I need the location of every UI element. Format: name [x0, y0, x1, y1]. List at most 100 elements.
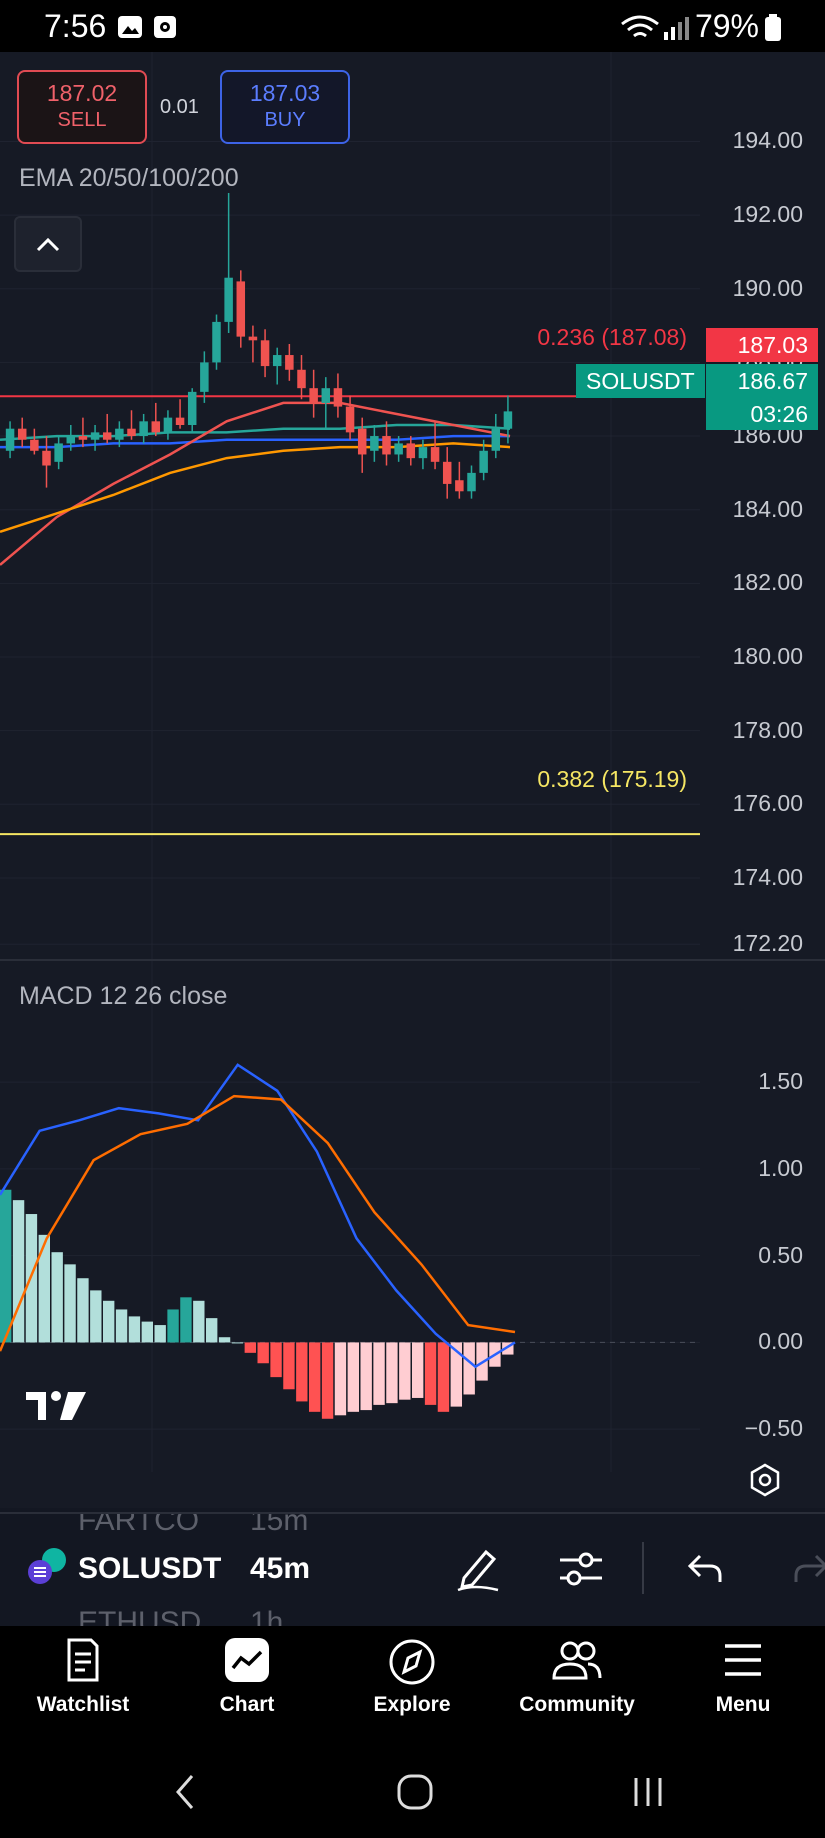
indicators-sliders-icon[interactable] [556, 1546, 606, 1592]
macd-histogram-bar [115, 1309, 128, 1343]
candle-body [163, 417, 173, 433]
hamburger-menu-icon [725, 1644, 761, 1676]
back-icon[interactable] [172, 1772, 196, 1812]
nav-watchlist[interactable]: Watchlist [8, 1638, 158, 1717]
macd-histogram-bar [360, 1342, 372, 1411]
price-axis-label: 174.00 [732, 863, 803, 890]
price-axis-label: 176.00 [732, 790, 803, 817]
macd-histogram-bar [128, 1316, 141, 1343]
fib-382-label: 0.382 (175.19) [537, 766, 687, 792]
nav-chart[interactable]: Chart [172, 1638, 322, 1717]
candle-body [78, 436, 88, 440]
solana-symbol-icon [28, 1548, 66, 1584]
macd-histogram-bar [437, 1342, 450, 1412]
candle-body [309, 388, 318, 403]
candle-body [406, 443, 416, 459]
signal-icon [664, 17, 689, 40]
macd-histogram-bar [218, 1337, 231, 1343]
interval-selector[interactable]: 45m [250, 1552, 310, 1586]
macd-axis-label: 0.50 [758, 1241, 803, 1268]
candle-body [151, 421, 161, 433]
chart-area[interactable]: 187.02 SELL 0.01 187.03 BUY EMA 20/50/10… [0, 52, 825, 1544]
price-axis-label: 180.00 [732, 642, 803, 669]
community-icon [552, 1641, 602, 1680]
sell-price: 187.02 [46, 80, 118, 106]
price-axis-label: 192.00 [732, 201, 803, 228]
chart-toolbar[interactable]: FARTCO 15m SOLUSDT 45m ETHUSD 1h [0, 1512, 825, 1628]
chart-settings-icon[interactable] [747, 1462, 783, 1498]
bottom-navigation[interactable]: Watchlist Chart Explore Community Menu [0, 1626, 825, 1748]
candle-body [272, 355, 282, 367]
macd-histogram-bar [90, 1290, 102, 1343]
nav-chart-label: Chart [219, 1693, 275, 1716]
undo-icon[interactable] [686, 1550, 724, 1586]
macd-histogram-bar [193, 1300, 205, 1343]
candle-body [260, 340, 270, 367]
price-axis-label: 182.00 [732, 569, 803, 596]
candle-body [442, 461, 452, 484]
recent-apps-icon[interactable] [628, 1772, 668, 1812]
wifi-icon [621, 15, 659, 38]
macd-histogram-bar [334, 1342, 347, 1416]
symbol-selector[interactable]: SOLUSDT [78, 1552, 221, 1586]
price-axis-label: 172.20 [732, 930, 803, 957]
candle-body [187, 391, 197, 426]
battery-icon [765, 14, 781, 41]
symbol-tag: SOLUSDT [576, 364, 705, 398]
macd-histogram-bar [12, 1200, 25, 1343]
macd-histogram-bar [154, 1325, 166, 1343]
drawing-pencil-icon[interactable] [454, 1544, 502, 1594]
candle-body [175, 417, 185, 426]
ema-legend[interactable]: EMA 20/50/100/200 [19, 164, 239, 193]
gallery-icon [118, 16, 142, 38]
price-axis-label: 178.00 [732, 716, 803, 743]
chart-icon [225, 1638, 269, 1682]
candle-body [200, 362, 209, 392]
candle-body [248, 336, 258, 341]
spread-value: 0.01 [160, 96, 199, 118]
macd-histogram-bar [103, 1300, 115, 1343]
candle-body [370, 436, 379, 451]
candle-body [455, 480, 464, 492]
ghost-ticker-top: FARTCO [78, 1512, 200, 1537]
macd-histogram-bar [141, 1321, 153, 1343]
candle-body [491, 428, 501, 451]
tradingview-logo-icon [26, 1391, 86, 1420]
home-icon[interactable] [395, 1772, 435, 1812]
nav-menu-label: Menu [715, 1693, 771, 1716]
price-axis-label: 194.00 [732, 127, 803, 154]
system-navigation-bar[interactable] [0, 1748, 825, 1838]
macd-histogram-bar [51, 1252, 63, 1343]
buy-button[interactable]: 187.03 BUY [220, 70, 350, 144]
macd-histogram-bar [424, 1342, 437, 1405]
candle-body [479, 450, 488, 473]
sell-button[interactable]: 187.02 SELL [17, 70, 147, 144]
collapse-legend-button[interactable] [14, 216, 82, 272]
sell-label: SELL [57, 109, 107, 131]
candle-body [212, 321, 221, 363]
macd-axis-label: 1.00 [758, 1154, 803, 1181]
candle-body [345, 406, 355, 433]
macd-legend[interactable]: MACD 12 26 close [19, 982, 227, 1011]
candle-body [90, 432, 100, 440]
battery-percent: 79% [694, 8, 759, 44]
redo-icon[interactable] [792, 1550, 825, 1586]
nav-community[interactable]: Community [502, 1638, 652, 1717]
candle-body [503, 411, 513, 429]
last-price-tag: 186.67 [706, 364, 818, 398]
macd-histogram-bar [463, 1342, 475, 1395]
fib-236-label: 0.236 (187.08) [537, 324, 687, 350]
macd-axis-label: 0.00 [758, 1328, 803, 1355]
macd-histogram-bar [270, 1342, 282, 1378]
macd-histogram-bar [244, 1342, 256, 1353]
chart-canvas[interactable] [0, 52, 825, 1508]
candle-body [467, 472, 476, 492]
nav-explore-label: Explore [373, 1693, 451, 1716]
macd-histogram-bar [206, 1318, 218, 1343]
nav-menu[interactable]: Menu [668, 1638, 818, 1717]
candle-body [333, 388, 343, 407]
macd-histogram-bar [412, 1342, 424, 1398]
ask-price-tag: 187.03 [706, 328, 818, 362]
nav-explore[interactable]: Explore [337, 1638, 487, 1717]
macd-histogram-bar [167, 1309, 179, 1343]
